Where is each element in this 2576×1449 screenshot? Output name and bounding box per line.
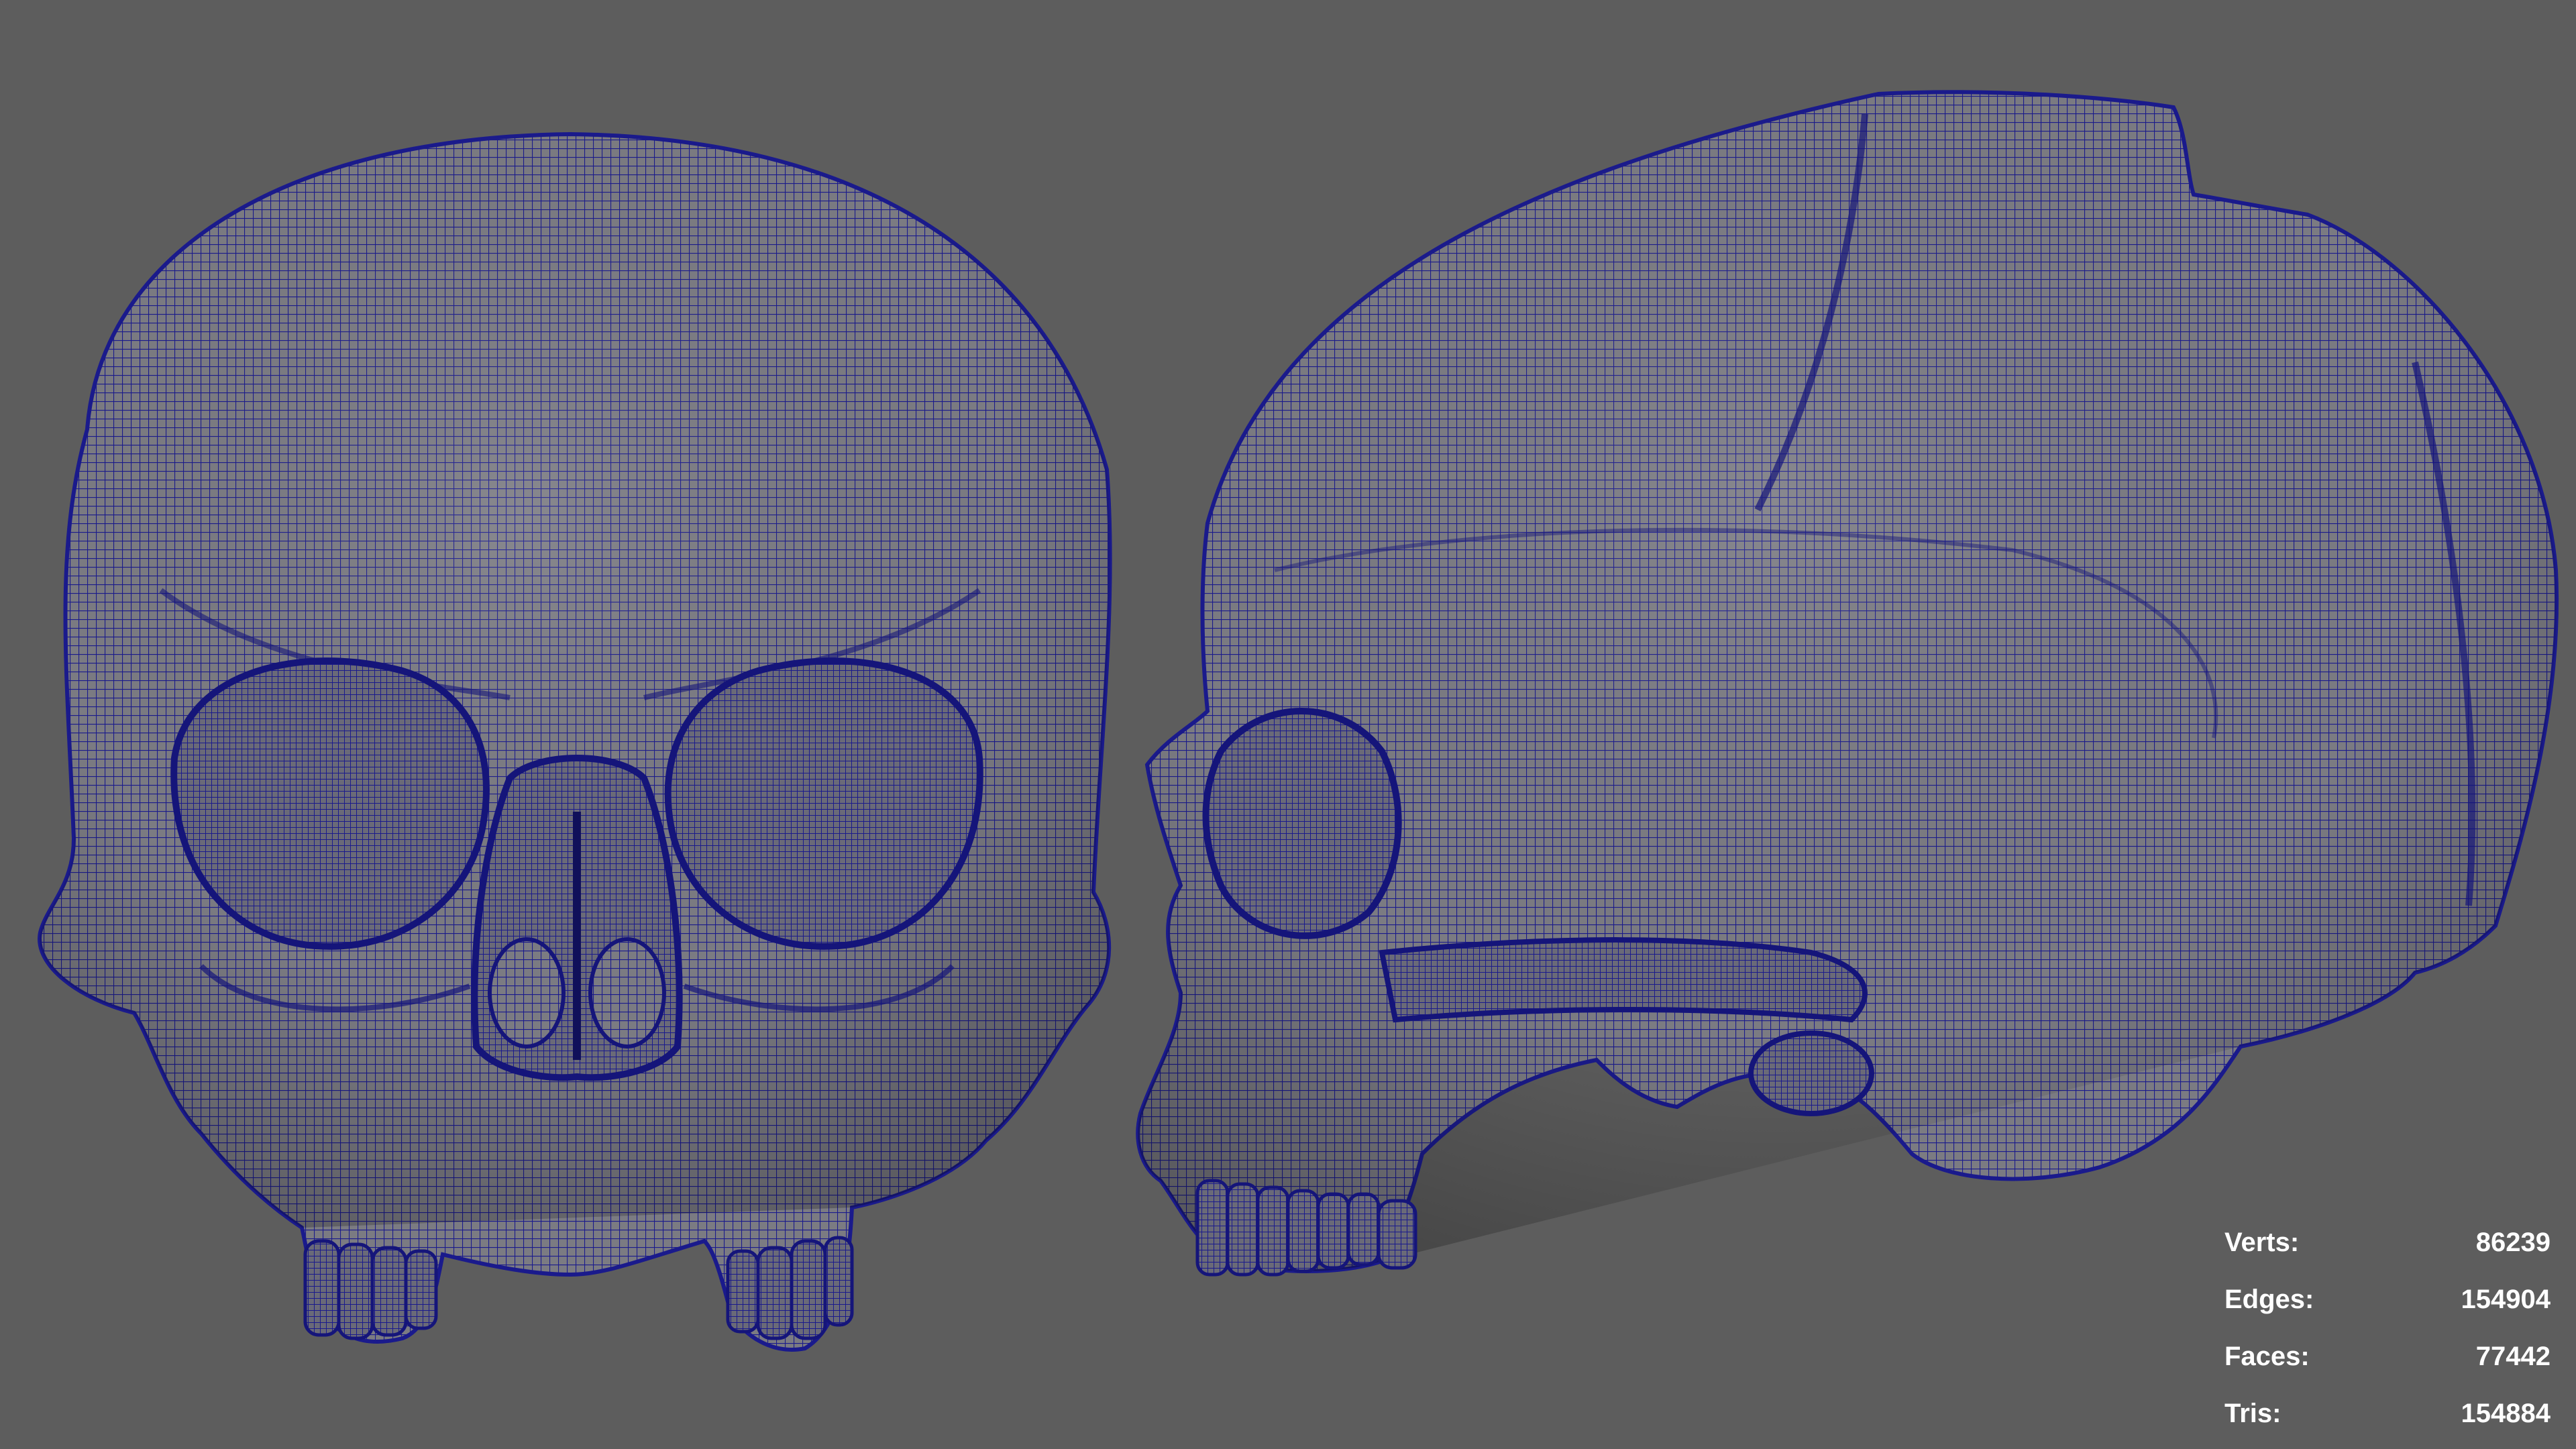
poly-count-hud: Verts: 86239 Edges: 154904 Faces: 77442 … <box>2207 1214 2556 1442</box>
zygomatic-arch <box>1379 937 1868 1023</box>
hud-value: 86239 <box>2475 1228 2551 1257</box>
hud-label: Faces: <box>2224 1342 2310 1371</box>
hud-row-verts: Verts: 86239 <box>2207 1214 2556 1271</box>
side-eye-socket <box>1202 708 1402 939</box>
hud-label: Verts: <box>2224 1228 2300 1257</box>
hud-row-faces: Faces: 77442 <box>2207 1328 2556 1385</box>
hud-label: Tris: <box>2224 1399 2282 1428</box>
skull-front-view[interactable] <box>38 131 1112 1352</box>
hud-row-tris: Tris: 154884 <box>2207 1385 2556 1442</box>
hud-value: 154904 <box>2461 1285 2551 1314</box>
3d-viewport[interactable]: Verts: 86239 Edges: 154904 Faces: 77442 … <box>0 0 2576 1449</box>
hud-value: 154884 <box>2461 1399 2551 1428</box>
hud-value: 77442 <box>2475 1342 2551 1371</box>
hud-row-edges: Edges: 154904 <box>2207 1271 2556 1328</box>
skull-mesh-canvas[interactable] <box>0 0 2576 1449</box>
left-eye-socket <box>170 657 490 950</box>
hud-label: Edges: <box>2224 1285 2314 1314</box>
right-eye-socket <box>664 657 983 950</box>
skull-side-view[interactable] <box>1136 90 2559 1277</box>
